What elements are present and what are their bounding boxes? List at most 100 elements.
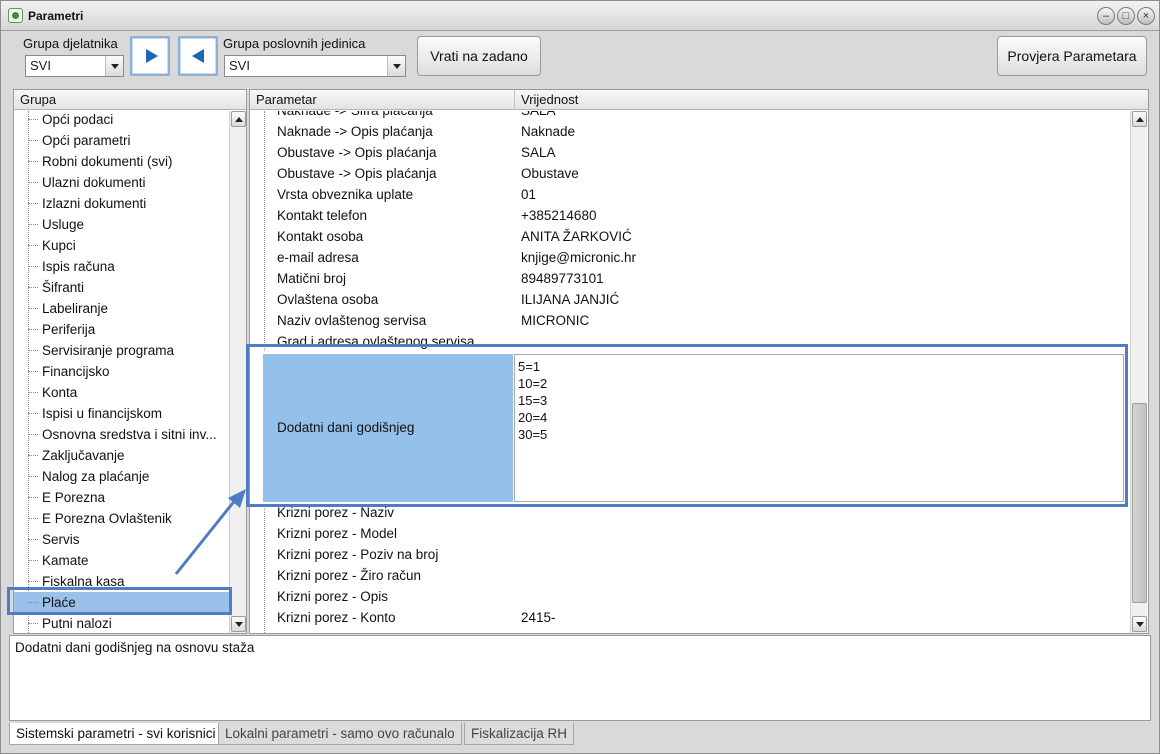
scroll-up-icon[interactable]: [231, 111, 246, 127]
group-tree-item[interactable]: Opći parametri: [14, 130, 230, 151]
group-tree-item[interactable]: Kupci: [14, 235, 230, 256]
parameter-row[interactable]: Naknade -> Opis plaćanja Naknade: [250, 121, 1130, 142]
parameter-row[interactable]: Grad i adresa ovlaštenog servisa: [250, 331, 1130, 352]
group-column-header[interactable]: Grupa: [14, 90, 246, 110]
value-column-header[interactable]: Vrijednost: [514, 90, 1130, 110]
grupa-pj-select[interactable]: SVI: [224, 55, 406, 77]
group-tree-item[interactable]: Periferija: [14, 319, 230, 340]
grupa-djelatnika-select[interactable]: SVI: [25, 55, 124, 77]
group-tree-item[interactable]: Konta: [14, 382, 230, 403]
group-tree-item-label: Plaće: [42, 595, 76, 610]
edit-value-line: 30=5: [518, 427, 548, 442]
scroll-up-icon[interactable]: [1132, 111, 1147, 127]
tab-lokalni-parametri[interactable]: Lokalni parametri - samo ovo računalo: [218, 723, 462, 745]
check-parameters-button[interactable]: Provjera Parametara: [997, 36, 1147, 76]
group-tree-item[interactable]: Osnovna sredstva i sitni inv...: [14, 424, 230, 445]
parameter-row[interactable]: Obustave -> Opis plaćanja SALA: [250, 142, 1130, 163]
tree-branch: [28, 413, 38, 414]
previous-button[interactable]: [178, 36, 218, 76]
group-tree-item-label: Opći podaci: [42, 112, 114, 127]
group-tree-item[interactable]: E Porezna: [14, 487, 230, 508]
group-tree-item-label: Zaključavanje: [42, 448, 125, 463]
edit-value-line: 15=3: [518, 393, 548, 408]
tree-branch: [28, 560, 38, 561]
group-tree-item[interactable]: Servisiranje programa: [14, 340, 230, 361]
tab-sistemski-parametri[interactable]: Sistemski parametri - svi korisnici: [9, 723, 223, 745]
group-tree-item[interactable]: Šifranti: [14, 277, 230, 298]
tree-branch: [28, 539, 38, 540]
group-tree-item[interactable]: Plaće: [14, 592, 230, 613]
parameters-grid: Naknade -> Šifra plaćanjaSALANaknade -> …: [250, 111, 1130, 633]
parameter-name: Ovlaštena osoba: [277, 292, 379, 307]
parameter-row[interactable]: e-mail adresa knjige@micronic.hr: [250, 247, 1130, 268]
group-tree-item[interactable]: Kamate: [14, 550, 230, 571]
parameter-row[interactable]: Vrsta obveznika uplate 01: [250, 184, 1130, 205]
group-tree-item[interactable]: Servis: [14, 529, 230, 550]
parameter-name: Krizni porez - Opis: [277, 589, 389, 604]
tree-branch: [28, 518, 38, 519]
maximize-icon[interactable]: □: [1117, 7, 1135, 25]
toolbar: Grupa djelatnika SVI Grupa poslovnih jed…: [9, 31, 1153, 83]
scroll-down-icon[interactable]: [1132, 616, 1147, 632]
parameter-row[interactable]: Krizni porez - Opis: [250, 586, 1130, 607]
arrow-right-icon: [146, 49, 158, 63]
group-tree-item[interactable]: Ispisi u financijskom: [14, 403, 230, 424]
grupa-pj-label: Grupa poslovnih jedinica: [223, 36, 366, 51]
group-tree-item[interactable]: Ulazni dokumenti: [14, 172, 230, 193]
group-tree-item[interactable]: Opći podaci: [14, 111, 230, 130]
parameter-row[interactable]: Krizni porez - Poziv na broj: [250, 544, 1130, 565]
next-button[interactable]: [130, 36, 170, 76]
group-tree-panel: Grupa Opći podaci Opći parametri Robni dok…: [13, 89, 247, 634]
group-tree-item[interactable]: Labeliranje: [14, 298, 230, 319]
group-tree-item[interactable]: Fiskalna kasa: [14, 571, 230, 592]
parameter-column-header[interactable]: Parametar: [250, 90, 514, 110]
tree-branch: [28, 329, 38, 330]
grupa-pj-value: SVI: [229, 58, 250, 73]
close-icon[interactable]: ×: [1137, 7, 1155, 25]
group-tree-item-label: Kamate: [42, 553, 89, 568]
group-tree-item-label: E Porezna: [42, 490, 106, 505]
parameter-row[interactable]: Kontakt telefon +385214680: [250, 205, 1130, 226]
parameter-row[interactable]: Naknade -> Šifra plaćanja SALA: [250, 111, 1130, 121]
chevron-down-icon[interactable]: [105, 56, 123, 76]
parameter-row[interactable]: Ovlaštena osoba ILIJANA JANJIĆ: [250, 289, 1130, 310]
title-bar: Parametri – □ ×: [1, 1, 1159, 31]
parameter-value: Naknade: [521, 124, 576, 139]
parameter-row[interactable]: Krizni porez - Datum valute 30.10.00: [250, 628, 1130, 633]
parameter-row[interactable]: Matični broj 89489773101: [250, 268, 1130, 289]
group-tree-item[interactable]: Nalog za plaćanje: [14, 466, 230, 487]
group-tree-scrollbar[interactable]: [229, 111, 246, 633]
tree-branch: [28, 371, 38, 372]
parameter-name: Grad i adresa ovlaštenog servisa: [277, 334, 475, 349]
group-tree-item[interactable]: Izlazni dokumenti: [14, 193, 230, 214]
group-tree-item[interactable]: Robni dokumenti (svi): [14, 151, 230, 172]
edit-row-key[interactable]: Dodatni dani godišnjeg: [263, 354, 513, 502]
chevron-down-icon[interactable]: [387, 56, 405, 76]
group-tree-item[interactable]: Putni nalozi: [14, 613, 230, 633]
tree-branch: [28, 434, 38, 435]
parameter-name: Naknade -> Opis plaćanja: [277, 124, 433, 139]
parameter-name: Krizni porez - Datum valute: [277, 628, 440, 633]
tab-fiskalizacija[interactable]: Fiskalizacija RH: [464, 723, 575, 745]
parameter-row[interactable]: Krizni porez - Konto 2415-: [250, 607, 1130, 628]
scroll-thumb[interactable]: [1132, 403, 1147, 603]
group-tree-item-label: Ispis računa: [42, 259, 115, 274]
minimize-icon[interactable]: –: [1097, 7, 1115, 25]
group-tree-item-label: Putni nalozi: [42, 616, 112, 631]
parameter-value: knjige@micronic.hr: [521, 250, 636, 265]
parameter-value: 01: [521, 187, 537, 202]
group-tree-item[interactable]: Financijsko: [14, 361, 230, 382]
parameter-row[interactable]: Naziv ovlaštenog servisa MICRONIC: [250, 310, 1130, 331]
reset-defaults-button[interactable]: Vrati na zadano: [417, 36, 541, 76]
scroll-down-icon[interactable]: [231, 616, 246, 632]
group-tree-item[interactable]: Zaključavanje: [14, 445, 230, 466]
group-tree-item[interactable]: Usluge: [14, 214, 230, 235]
edit-value-textarea[interactable]: 5=1 10=2 15=3 20=4 30=5: [514, 354, 1124, 502]
parameter-row[interactable]: Krizni porez - Model: [250, 523, 1130, 544]
parameter-row[interactable]: Krizni porez - Žiro račun: [250, 565, 1130, 586]
group-tree-item[interactable]: E Porezna Ovlaštenik: [14, 508, 230, 529]
parameters-scrollbar[interactable]: [1130, 111, 1147, 633]
parameter-row[interactable]: Obustave -> Opis plaćanja Obustave: [250, 163, 1130, 184]
parameter-row[interactable]: Kontakt osoba ANITA ŽARKOVIĆ: [250, 226, 1130, 247]
group-tree-item[interactable]: Ispis računa: [14, 256, 230, 277]
